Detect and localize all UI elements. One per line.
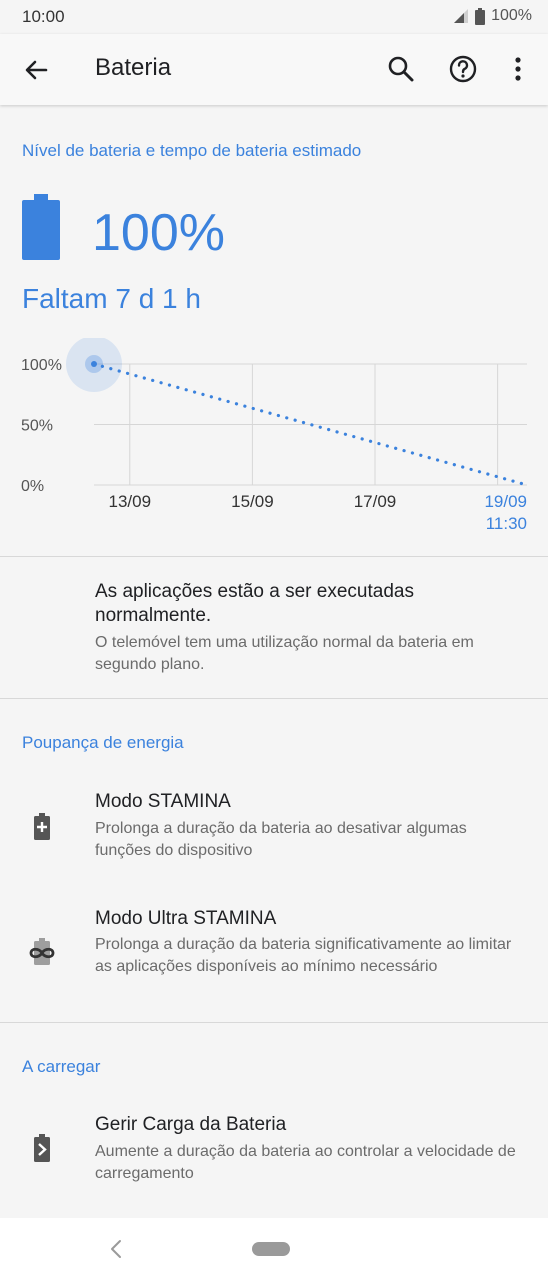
battery-care-icon xyxy=(34,1134,50,1162)
chart-series xyxy=(66,338,529,487)
chart-x-tick-label: 19/09 xyxy=(484,492,527,511)
battery-status-icon xyxy=(475,7,486,25)
chart-y-ticks: 100% 50% 0% xyxy=(21,357,62,495)
nav-back-icon[interactable] xyxy=(106,1238,126,1260)
divider xyxy=(0,556,548,557)
chart-current-point xyxy=(91,361,97,367)
stamina-mode-item[interactable]: Modo STAMINA Prolonga a duração da bater… xyxy=(0,772,548,872)
stamina-mode-subtitle: Prolonga a duração da bateria ao desativ… xyxy=(95,820,467,859)
battery-level-icon xyxy=(22,194,60,260)
back-arrow-icon[interactable] xyxy=(20,54,52,86)
divider xyxy=(0,698,548,699)
chart-x-ticks: 13/09 15/09 17/09 19/09 11:30 xyxy=(108,492,527,533)
battery-usage-chart: 100% 50% 0% 13/09 15/09 17/09 19/09 11:30 xyxy=(21,338,529,533)
battery-percent: 100% xyxy=(92,204,225,262)
chart-y-tick-label: 50% xyxy=(21,418,53,435)
apps-status-title: As aplicações estão a ser executadas nor… xyxy=(95,581,414,626)
search-icon[interactable] xyxy=(384,52,418,86)
battery-remaining-time: Faltam 7 d 1 h xyxy=(22,283,201,314)
status-icons: 100% xyxy=(453,7,532,25)
ultra-stamina-mode-item[interactable]: Modo Ultra STAMINA Prolonga a duração da… xyxy=(0,890,548,1010)
signal-icon xyxy=(454,9,469,23)
status-bar: 10:00 100% xyxy=(0,0,548,34)
chart-x-tick-label: 17/09 xyxy=(354,492,397,511)
status-time: 10:00 xyxy=(22,7,65,26)
navigation-bar xyxy=(0,1218,548,1282)
chart-x-tick-label: 15/09 xyxy=(231,492,274,511)
manage-battery-charge-subtitle: Aumente a duração da bateria ao controla… xyxy=(95,1143,516,1182)
ultra-stamina-mode-subtitle: Prolonga a duração da bateria significat… xyxy=(95,936,512,975)
manage-battery-charge-title: Gerir Carga da Bateria xyxy=(95,1114,287,1135)
apps-status-subtitle: O telemóvel tem uma utilização normal da… xyxy=(95,634,474,673)
app-bar: Bateria xyxy=(0,34,548,105)
manage-battery-charge-item[interactable]: Gerir Carga da Bateria Aumente a duração… xyxy=(0,1096,548,1196)
status-battery-percent: 100% xyxy=(491,7,532,24)
power-saving-section-header: Poupança de energia xyxy=(22,733,184,752)
nav-home-pill[interactable] xyxy=(252,1242,290,1256)
more-options-icon[interactable] xyxy=(501,52,535,86)
ultra-stamina-mode-title: Modo Ultra STAMINA xyxy=(95,908,277,929)
stamina-mode-title: Modo STAMINA xyxy=(95,791,231,812)
battery-infinity-icon xyxy=(29,938,55,965)
battery-plus-icon xyxy=(34,813,50,840)
page-title: Bateria xyxy=(95,54,172,81)
chart-end-time-label: 11:30 xyxy=(486,514,527,533)
battery-section-header: Nível de bateria e tempo de bateria esti… xyxy=(22,141,362,160)
chart-x-tick-label: 13/09 xyxy=(108,492,151,511)
chart-y-tick-label: 0% xyxy=(21,478,44,495)
charging-section-header: A carregar xyxy=(22,1057,101,1076)
help-icon[interactable] xyxy=(446,52,480,86)
divider xyxy=(0,1022,548,1023)
chart-y-tick-label: 100% xyxy=(21,357,62,374)
